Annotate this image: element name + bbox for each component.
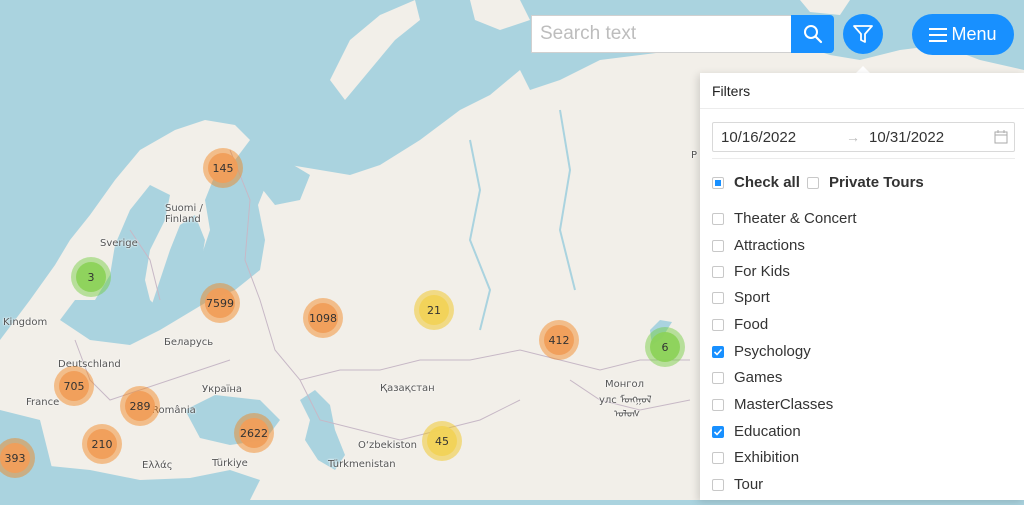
checkbox-box[interactable] [807, 176, 819, 189]
cluster-marker[interactable]: 705 [54, 366, 94, 406]
cluster-count: 705 [59, 371, 89, 401]
cluster-count: 412 [544, 325, 574, 355]
category-checkbox[interactable]: Games [712, 369, 782, 386]
cluster-count: 145 [208, 153, 238, 183]
category-checkbox[interactable]: Theater & Concert [712, 210, 857, 227]
category-label: Exhibition [734, 449, 800, 466]
cluster-marker[interactable]: 289 [120, 386, 160, 426]
category-label: Attractions [734, 237, 805, 254]
label-kazakhstan: Қазақстан [380, 383, 435, 394]
date-end-field[interactable]: 10/31/2022 [869, 129, 944, 146]
category-label: Games [734, 369, 783, 386]
cluster-count: 393 [0, 443, 30, 473]
checkbox-box[interactable] [712, 318, 724, 331]
cluster-count: 6 [650, 332, 680, 362]
checkbox-box[interactable] [712, 212, 724, 225]
label-ukraine: Україна [202, 384, 243, 395]
category-checkbox[interactable]: Exhibition [712, 449, 799, 466]
category-label: Education [734, 423, 801, 440]
category-checkbox[interactable]: Attractions [712, 237, 805, 254]
cluster-marker[interactable]: 210 [82, 424, 122, 464]
cluster-count: 7599 [205, 288, 235, 318]
cluster-count: 45 [427, 426, 457, 456]
category-label: Psychology [734, 343, 811, 360]
category-checkbox[interactable]: Tour [712, 476, 763, 493]
label-mongol-uls: улс ᠮᠣᠩᠭᠣᠯ [599, 395, 652, 406]
date-start-field[interactable]: 10/16/2022 [721, 129, 796, 146]
search-button[interactable] [791, 15, 834, 53]
date-range-picker[interactable]: 10/16/2022 → 10/31/2022 [712, 122, 1015, 152]
category-label: Theater & Concert [734, 210, 857, 227]
private-tours-checkbox[interactable]: Private Tours [807, 174, 924, 191]
filter-icon [853, 25, 873, 43]
label-mongol-script: ᠤᠯᠤᠰ [614, 409, 641, 420]
search-icon [803, 25, 822, 44]
category-checkbox[interactable]: For Kids [712, 263, 790, 280]
checkbox-box[interactable] [712, 265, 724, 278]
checkbox-checked[interactable] [712, 345, 724, 358]
filters-title: Filters [712, 83, 751, 99]
label-turkmenistan: Türkmenistan [328, 459, 396, 470]
arrow-right-icon: → [846, 129, 860, 145]
menu-label: Menu [951, 24, 997, 44]
category-label: Food [734, 316, 769, 333]
label-turkiye: Türkiye [212, 458, 248, 469]
label-belarus: Беларусь [164, 337, 214, 348]
checkbox-checked[interactable] [712, 425, 724, 438]
label-edge-p: P [691, 150, 698, 161]
check-icon [713, 428, 723, 436]
checkbox-box[interactable] [712, 478, 724, 491]
category-label: For Kids [734, 263, 790, 280]
cluster-count: 3 [76, 262, 106, 292]
checkbox-box[interactable] [712, 451, 724, 464]
cluster-count: 2622 [239, 418, 269, 448]
cluster-marker[interactable]: 21 [414, 290, 454, 330]
label-france: France [26, 397, 60, 408]
label-sverige: Sverige [100, 238, 138, 249]
filter-button[interactable] [843, 14, 883, 54]
divider [712, 158, 1015, 159]
category-checkbox[interactable]: Food [712, 316, 768, 333]
check-all-label: Check all [734, 174, 800, 191]
filters-panel: Filters 10/16/2022 → 10/31/2022 Check al… [700, 73, 1024, 500]
checkbox-box[interactable] [712, 371, 724, 384]
category-label: Sport [734, 289, 770, 306]
label-suomi: Suomi / [165, 203, 203, 214]
cluster-marker[interactable]: 1098 [303, 298, 343, 338]
private-tours-label: Private Tours [829, 174, 924, 191]
cluster-marker[interactable]: 45 [422, 421, 462, 461]
check-icon [713, 348, 723, 356]
category-label: Tour [734, 476, 764, 493]
search-input[interactable] [531, 15, 791, 53]
cluster-marker[interactable]: 6 [645, 327, 685, 367]
checkbox-box[interactable] [712, 398, 724, 411]
label-mongol: Монгол [605, 379, 645, 390]
category-checkbox[interactable]: Sport [712, 289, 770, 306]
category-label: MasterClasses [734, 396, 834, 413]
checkbox-box[interactable] [712, 239, 724, 252]
cluster-count: 1098 [308, 303, 338, 333]
label-finland: Finland [165, 214, 201, 225]
cluster-marker[interactable]: 3 [71, 257, 111, 297]
calendar-icon [994, 130, 1008, 144]
cluster-marker[interactable]: 2622 [234, 413, 274, 453]
checkbox-box[interactable] [712, 176, 724, 189]
cluster-count: 210 [87, 429, 117, 459]
cluster-marker[interactable]: 7599 [200, 283, 240, 323]
cluster-marker[interactable]: 412 [539, 320, 579, 360]
cluster-count: 21 [419, 295, 449, 325]
divider [700, 108, 1024, 109]
cluster-count: 289 [125, 391, 155, 421]
check-all-checkbox[interactable]: Check all [712, 174, 800, 191]
category-checkbox[interactable]: MasterClasses [712, 396, 833, 413]
label-uzbekistan: O‘zbekiston [358, 440, 417, 451]
label-hellas: Ελλάς [142, 460, 173, 471]
menu-button[interactable]: Menu [912, 14, 1014, 55]
cluster-marker[interactable]: 145 [203, 148, 243, 188]
category-checkbox[interactable]: Psychology [712, 343, 811, 360]
checkbox-box[interactable] [712, 291, 724, 304]
label-kingdom: Kingdom [3, 317, 48, 328]
category-checkbox[interactable]: Education [712, 423, 801, 440]
hamburger-icon [929, 27, 948, 42]
